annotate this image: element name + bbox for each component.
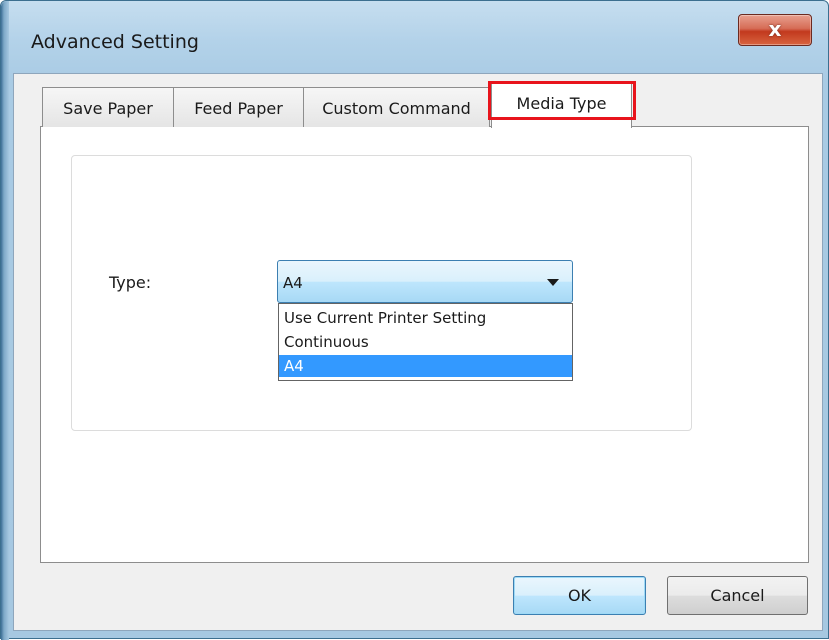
tab-feed-paper[interactable]: Feed Paper — [173, 87, 304, 127]
tab-custom-command[interactable]: Custom Command — [303, 87, 490, 127]
dropdown-option-continuous[interactable]: Continuous — [279, 331, 572, 353]
close-icon: x — [768, 17, 782, 41]
chevron-down-icon — [547, 279, 559, 286]
tab-save-paper[interactable]: Save Paper — [42, 87, 174, 127]
ok-button[interactable]: OK — [513, 576, 646, 615]
type-combobox-value: A4 — [283, 274, 303, 292]
dropdown-option-a4[interactable]: A4 — [279, 355, 572, 377]
type-dropdown-list: Use Current Printer Setting Continuous A… — [278, 303, 573, 381]
window-title: Advanced Setting — [31, 31, 199, 53]
dropdown-option-use-current-printer-setting[interactable]: Use Current Printer Setting — [279, 307, 572, 329]
window-frame-edge — [1, 1, 9, 640]
type-label: Type: — [109, 273, 152, 292]
close-button[interactable]: x — [738, 14, 812, 46]
cancel-button[interactable]: Cancel — [667, 576, 808, 615]
type-combobox[interactable]: A4 — [277, 260, 573, 303]
tab-media-type[interactable]: Media Type — [491, 82, 632, 128]
